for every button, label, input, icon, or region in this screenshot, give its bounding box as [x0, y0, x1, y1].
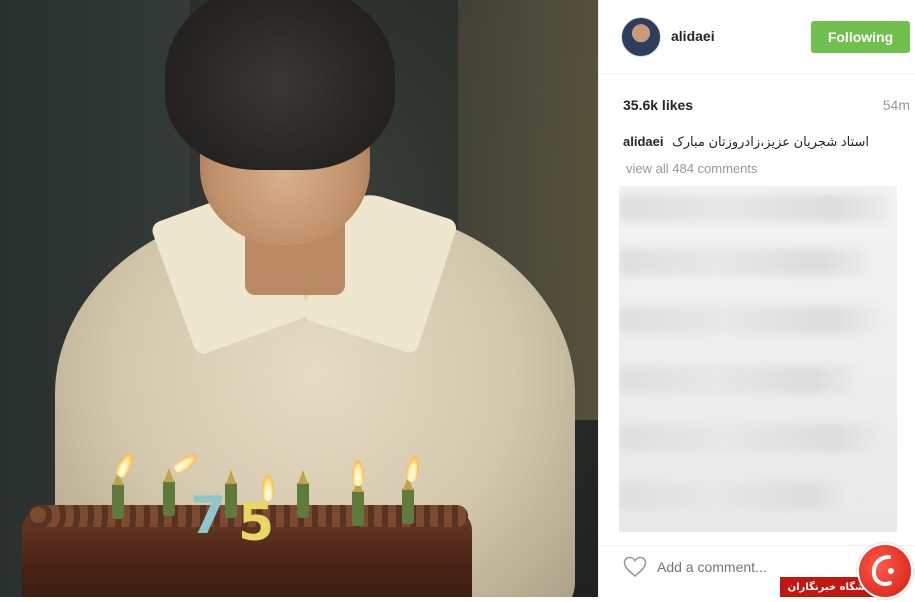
view-all-comments-link[interactable]: view all 484 comments — [626, 161, 758, 176]
number-candle-five: 5 — [238, 493, 275, 553]
caption-text: استاد شجریان عزیز،زادروزتان مبارک — [672, 134, 870, 149]
candle — [163, 480, 175, 516]
likes-count[interactable]: 35.6k likes — [623, 97, 693, 113]
candle — [352, 490, 364, 526]
photo-hair — [165, 0, 395, 170]
username-link[interactable]: alidaei — [671, 28, 715, 44]
post-time[interactable]: 54m — [883, 97, 910, 113]
blurred-comment — [619, 306, 881, 334]
candle — [225, 482, 237, 518]
candle — [402, 488, 414, 524]
watermark-logo-icon — [857, 543, 913, 599]
watermark-logo: باشگاه خبرنگاران — [778, 541, 915, 599]
candle — [112, 483, 124, 519]
post-header: alidaei Following — [599, 0, 915, 74]
blurred-comment — [619, 194, 889, 222]
following-button[interactable]: Following — [811, 21, 910, 53]
caption-username[interactable]: alidaei — [623, 134, 663, 149]
avatar[interactable] — [621, 17, 661, 57]
blurred-comment — [619, 248, 869, 276]
number-candle-seven: 7 — [190, 486, 227, 546]
post-photo: 7 5 — [0, 0, 598, 597]
heart-icon[interactable] — [623, 556, 647, 578]
candle — [297, 482, 309, 518]
post-sidebar: alidaei Following 35.6k likes 54m alidae… — [598, 0, 915, 597]
blurred-comment — [619, 424, 887, 452]
blurred-comment — [619, 366, 859, 394]
blurred-comments — [619, 186, 897, 532]
post-caption: alidaei استاد شجریان عزیز،زادروزتان مبار… — [623, 134, 869, 150]
blurred-comment — [619, 482, 855, 510]
